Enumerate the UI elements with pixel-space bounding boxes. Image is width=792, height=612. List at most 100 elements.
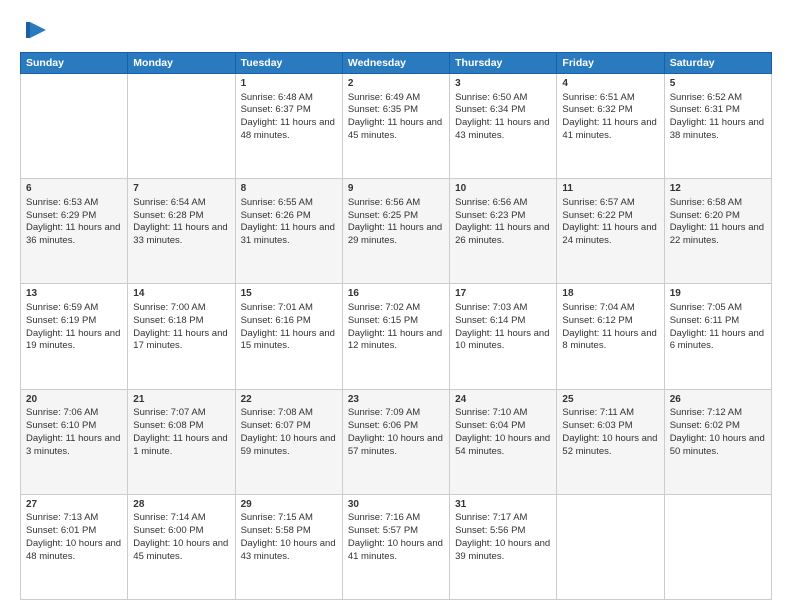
table-row bbox=[128, 74, 235, 179]
daylight-text: Daylight: 11 hours and 15 minutes. bbox=[241, 328, 335, 352]
table-row: 24Sunrise: 7:10 AMSunset: 6:04 PMDayligh… bbox=[450, 389, 557, 494]
sunrise-text: Sunrise: 7:04 AM bbox=[562, 302, 634, 313]
table-row: 6Sunrise: 6:53 AMSunset: 6:29 PMDaylight… bbox=[21, 179, 128, 284]
sunrise-text: Sunrise: 7:05 AM bbox=[670, 302, 742, 313]
sunrise-text: Sunrise: 6:53 AM bbox=[26, 197, 98, 208]
daylight-text: Daylight: 11 hours and 24 minutes. bbox=[562, 222, 656, 246]
table-row: 13Sunrise: 6:59 AMSunset: 6:19 PMDayligh… bbox=[21, 284, 128, 389]
table-row: 20Sunrise: 7:06 AMSunset: 6:10 PMDayligh… bbox=[21, 389, 128, 494]
calendar-week-row: 1Sunrise: 6:48 AMSunset: 6:37 PMDaylight… bbox=[21, 74, 772, 179]
sunrise-text: Sunrise: 6:48 AM bbox=[241, 92, 313, 103]
sunrise-text: Sunrise: 7:02 AM bbox=[348, 302, 420, 313]
sunrise-text: Sunrise: 7:14 AM bbox=[133, 512, 205, 523]
sunrise-text: Sunrise: 6:59 AM bbox=[26, 302, 98, 313]
col-friday: Friday bbox=[557, 53, 664, 74]
table-row: 9Sunrise: 6:56 AMSunset: 6:25 PMDaylight… bbox=[342, 179, 449, 284]
table-row: 5Sunrise: 6:52 AMSunset: 6:31 PMDaylight… bbox=[664, 74, 771, 179]
day-number: 29 bbox=[241, 498, 337, 512]
day-number: 17 bbox=[455, 287, 551, 301]
day-number: 5 bbox=[670, 77, 766, 91]
table-row: 12Sunrise: 6:58 AMSunset: 6:20 PMDayligh… bbox=[664, 179, 771, 284]
sunset-text: Sunset: 6:06 PM bbox=[348, 420, 418, 431]
sunset-text: Sunset: 5:57 PM bbox=[348, 525, 418, 536]
table-row: 27Sunrise: 7:13 AMSunset: 6:01 PMDayligh… bbox=[21, 494, 128, 599]
day-number: 21 bbox=[133, 393, 229, 407]
calendar-week-row: 6Sunrise: 6:53 AMSunset: 6:29 PMDaylight… bbox=[21, 179, 772, 284]
sunset-text: Sunset: 6:28 PM bbox=[133, 210, 203, 221]
day-number: 8 bbox=[241, 182, 337, 196]
daylight-text: Daylight: 11 hours and 43 minutes. bbox=[455, 117, 549, 141]
sunset-text: Sunset: 6:16 PM bbox=[241, 315, 311, 326]
table-row: 16Sunrise: 7:02 AMSunset: 6:15 PMDayligh… bbox=[342, 284, 449, 389]
daylight-text: Daylight: 11 hours and 1 minute. bbox=[133, 433, 227, 457]
sunrise-text: Sunrise: 7:12 AM bbox=[670, 407, 742, 418]
sunrise-text: Sunrise: 6:51 AM bbox=[562, 92, 634, 103]
daylight-text: Daylight: 11 hours and 19 minutes. bbox=[26, 328, 120, 352]
table-row: 21Sunrise: 7:07 AMSunset: 6:08 PMDayligh… bbox=[128, 389, 235, 494]
table-row: 26Sunrise: 7:12 AMSunset: 6:02 PMDayligh… bbox=[664, 389, 771, 494]
col-wednesday: Wednesday bbox=[342, 53, 449, 74]
sunset-text: Sunset: 5:56 PM bbox=[455, 525, 525, 536]
day-number: 13 bbox=[26, 287, 122, 301]
daylight-text: Daylight: 10 hours and 39 minutes. bbox=[455, 538, 550, 562]
sunset-text: Sunset: 6:23 PM bbox=[455, 210, 525, 221]
day-number: 3 bbox=[455, 77, 551, 91]
table-row: 8Sunrise: 6:55 AMSunset: 6:26 PMDaylight… bbox=[235, 179, 342, 284]
table-row: 11Sunrise: 6:57 AMSunset: 6:22 PMDayligh… bbox=[557, 179, 664, 284]
sunrise-text: Sunrise: 6:50 AM bbox=[455, 92, 527, 103]
sunset-text: Sunset: 6:22 PM bbox=[562, 210, 632, 221]
sunset-text: Sunset: 6:35 PM bbox=[348, 104, 418, 115]
daylight-text: Daylight: 10 hours and 45 minutes. bbox=[133, 538, 228, 562]
sunset-text: Sunset: 6:11 PM bbox=[670, 315, 740, 326]
sunset-text: Sunset: 6:01 PM bbox=[26, 525, 96, 536]
logo-icon bbox=[22, 16, 50, 44]
col-monday: Monday bbox=[128, 53, 235, 74]
daylight-text: Daylight: 11 hours and 48 minutes. bbox=[241, 117, 335, 141]
col-saturday: Saturday bbox=[664, 53, 771, 74]
day-number: 2 bbox=[348, 77, 444, 91]
calendar-week-row: 13Sunrise: 6:59 AMSunset: 6:19 PMDayligh… bbox=[21, 284, 772, 389]
sunset-text: Sunset: 6:12 PM bbox=[562, 315, 632, 326]
sunrise-text: Sunrise: 6:55 AM bbox=[241, 197, 313, 208]
sunrise-text: Sunrise: 6:54 AM bbox=[133, 197, 205, 208]
daylight-text: Daylight: 11 hours and 10 minutes. bbox=[455, 328, 549, 352]
sunrise-text: Sunrise: 7:10 AM bbox=[455, 407, 527, 418]
day-number: 18 bbox=[562, 287, 658, 301]
table-row: 4Sunrise: 6:51 AMSunset: 6:32 PM Daylight… bbox=[557, 74, 664, 179]
day-number: 20 bbox=[26, 393, 122, 407]
day-number: 27 bbox=[26, 498, 122, 512]
sunrise-text: Sunrise: 6:57 AM bbox=[562, 197, 634, 208]
daylight-text: Daylight: 11 hours and 3 minutes. bbox=[26, 433, 120, 457]
table-row: 2Sunrise: 6:49 AMSunset: 6:35 PMDaylight… bbox=[342, 74, 449, 179]
sunset-text: Sunset: 6:32 PM bbox=[562, 104, 632, 115]
daylight-text: Daylight: 11 hours and 6 minutes. bbox=[670, 328, 764, 352]
sunrise-text: Sunrise: 7:01 AM bbox=[241, 302, 313, 313]
daylight-text: Daylight: 10 hours and 59 minutes. bbox=[241, 433, 336, 457]
daylight-text: Daylight: 11 hours and 41 minutes. bbox=[562, 117, 656, 141]
sunset-text: Sunset: 6:34 PM bbox=[455, 104, 525, 115]
daylight-text: Daylight: 11 hours and 29 minutes. bbox=[348, 222, 442, 246]
daylight-text: Daylight: 11 hours and 38 minutes. bbox=[670, 117, 764, 141]
day-number: 10 bbox=[455, 182, 551, 196]
table-row: 28Sunrise: 7:14 AMSunset: 6:00 PMDayligh… bbox=[128, 494, 235, 599]
day-number: 19 bbox=[670, 287, 766, 301]
table-row: 19Sunrise: 7:05 AM Sunset: 6:11 PM Dayligh… bbox=[664, 284, 771, 389]
sunset-text: Sunset: 6:15 PM bbox=[348, 315, 418, 326]
day-number: 22 bbox=[241, 393, 337, 407]
day-number: 30 bbox=[348, 498, 444, 512]
table-row bbox=[664, 494, 771, 599]
table-row: 1Sunrise: 6:48 AMSunset: 6:37 PMDaylight… bbox=[235, 74, 342, 179]
daylight-text: Daylight: 10 hours and 41 minutes. bbox=[348, 538, 443, 562]
day-number: 14 bbox=[133, 287, 229, 301]
day-number: 4 bbox=[562, 77, 658, 91]
sunrise-text: Sunrise: 7:03 AM bbox=[455, 302, 527, 313]
sunset-text: Sunset: 6:00 PM bbox=[133, 525, 203, 536]
daylight-text: Daylight: 11 hours and 31 minutes. bbox=[241, 222, 335, 246]
sunrise-text: Sunrise: 7:07 AM bbox=[133, 407, 205, 418]
sunset-text: Sunset: 6:14 PM bbox=[455, 315, 525, 326]
day-number: 6 bbox=[26, 182, 122, 196]
table-row: 15Sunrise: 7:01 AMSunset: 6:16 PMDayligh… bbox=[235, 284, 342, 389]
table-row: 31Sunrise: 7:17 AMSunset: 5:56 PMDayligh… bbox=[450, 494, 557, 599]
header bbox=[20, 16, 772, 44]
daylight-text: Daylight: 11 hours and 8 minutes. bbox=[562, 328, 656, 352]
